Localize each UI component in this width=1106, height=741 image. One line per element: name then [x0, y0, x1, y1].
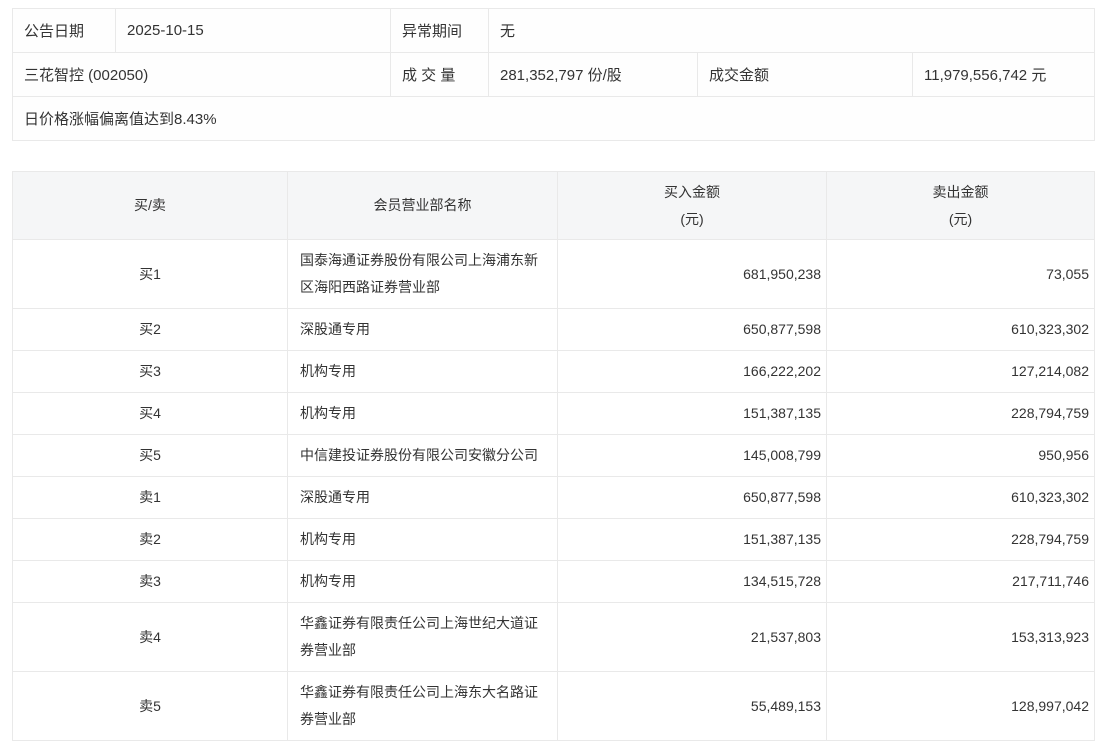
broker-cell: 华鑫证券有限责任公司上海世纪大道证券营业部 [288, 603, 558, 672]
sell-amount-cell: 228,794,759 [827, 393, 1095, 435]
table-row: 买2 深股通专用 650,877,598 610,323,302 [13, 309, 1095, 351]
sell-amount-cell: 610,323,302 [827, 477, 1095, 519]
table-row: 买1 国泰海通证券股份有限公司上海浦东新区海阳西路证券营业部 681,950,2… [13, 240, 1095, 309]
announce-date-label: 公告日期 [13, 9, 116, 53]
table-row: 卖5 华鑫证券有限责任公司上海东大名路证券营业部 55,489,153 128,… [13, 672, 1095, 741]
turnover-value: 11,979,556,742 元 [913, 53, 1095, 97]
rank-cell: 买5 [13, 435, 288, 477]
rank-cell: 卖2 [13, 519, 288, 561]
col-header-buy: 买入金额 (元) [558, 172, 827, 240]
abnormal-period-value: 无 [489, 9, 1095, 53]
buy-amount-cell: 650,877,598 [558, 309, 827, 351]
buy-amount-cell: 681,950,238 [558, 240, 827, 309]
summary-table: 公告日期 2025-10-15 异常期间 无 三花智控 (002050) 成 交… [12, 8, 1095, 141]
sell-amount-cell: 228,794,759 [827, 519, 1095, 561]
rank-cell: 卖3 [13, 561, 288, 603]
rank-cell: 卖5 [13, 672, 288, 741]
lhb-page: 公告日期 2025-10-15 异常期间 无 三花智控 (002050) 成 交… [0, 0, 1106, 738]
buy-amount-cell: 21,537,803 [558, 603, 827, 672]
table-row: 卖4 华鑫证券有限责任公司上海世纪大道证券营业部 21,537,803 153,… [13, 603, 1095, 672]
summary-row-2: 三花智控 (002050) 成 交 量 281,352,797 份/股 成交金额… [13, 53, 1095, 97]
table-row: 卖2 机构专用 151,387,135 228,794,759 [13, 519, 1095, 561]
summary-row-1: 公告日期 2025-10-15 异常期间 无 [13, 9, 1095, 53]
abnormal-period-label: 异常期间 [391, 9, 489, 53]
table-row: 买4 机构专用 151,387,135 228,794,759 [13, 393, 1095, 435]
buy-amount-cell: 166,222,202 [558, 351, 827, 393]
volume-value: 281,352,797 份/股 [489, 53, 698, 97]
broker-cell: 国泰海通证券股份有限公司上海浦东新区海阳西路证券营业部 [288, 240, 558, 309]
buy-amount-cell: 151,387,135 [558, 519, 827, 561]
buy-amount-cell: 55,489,153 [558, 672, 827, 741]
col-header-buy-label: 买入金额 [558, 179, 826, 206]
buy-amount-cell: 145,008,799 [558, 435, 827, 477]
col-header-sell: 卖出金额 (元) [827, 172, 1095, 240]
deviation-note: 日价格涨幅偏离值达到8.43% [13, 97, 1095, 141]
broker-cell: 华鑫证券有限责任公司上海东大名路证券营业部 [288, 672, 558, 741]
sell-amount-cell: 217,711,746 [827, 561, 1095, 603]
turnover-label: 成交金额 [698, 53, 913, 97]
broker-cell: 机构专用 [288, 561, 558, 603]
buy-amount-cell: 134,515,728 [558, 561, 827, 603]
buy-amount-cell: 650,877,598 [558, 477, 827, 519]
broker-cell: 机构专用 [288, 351, 558, 393]
col-header-sell-label: 卖出金额 [827, 179, 1094, 206]
table-row: 卖3 机构专用 134,515,728 217,711,746 [13, 561, 1095, 603]
summary-row-3: 日价格涨幅偏离值达到8.43% [13, 97, 1095, 141]
buy-amount-cell: 151,387,135 [558, 393, 827, 435]
sell-amount-cell: 153,313,923 [827, 603, 1095, 672]
broker-cell: 机构专用 [288, 393, 558, 435]
col-header-broker-label: 会员营业部名称 [288, 192, 557, 219]
sell-amount-cell: 610,323,302 [827, 309, 1095, 351]
table-row: 卖1 深股通专用 650,877,598 610,323,302 [13, 477, 1095, 519]
volume-label: 成 交 量 [391, 53, 489, 97]
table-row: 买3 机构专用 166,222,202 127,214,082 [13, 351, 1095, 393]
rank-cell: 卖1 [13, 477, 288, 519]
col-header-sell-unit: (元) [827, 206, 1094, 233]
col-header-side: 买/卖 [13, 172, 288, 240]
broker-cell: 深股通专用 [288, 477, 558, 519]
table-header-row: 买/卖 会员营业部名称 买入金额 (元) 卖出金额 (元) [13, 172, 1095, 240]
stock-name: 三花智控 (002050) [13, 53, 391, 97]
rank-cell: 卖4 [13, 603, 288, 672]
col-header-side-label: 买/卖 [13, 192, 287, 219]
col-header-buy-unit: (元) [558, 206, 826, 233]
broker-cell: 机构专用 [288, 519, 558, 561]
sell-amount-cell: 128,997,042 [827, 672, 1095, 741]
sell-amount-cell: 73,055 [827, 240, 1095, 309]
announce-date-value: 2025-10-15 [116, 9, 391, 53]
col-header-broker: 会员营业部名称 [288, 172, 558, 240]
table-body: 买1 国泰海通证券股份有限公司上海浦东新区海阳西路证券营业部 681,950,2… [13, 240, 1095, 741]
sell-amount-cell: 950,956 [827, 435, 1095, 477]
rank-cell: 买1 [13, 240, 288, 309]
rank-cell: 买2 [13, 309, 288, 351]
rank-cell: 买4 [13, 393, 288, 435]
sell-amount-cell: 127,214,082 [827, 351, 1095, 393]
rank-cell: 买3 [13, 351, 288, 393]
table-row: 买5 中信建投证券股份有限公司安徽分公司 145,008,799 950,956 [13, 435, 1095, 477]
broker-cell: 中信建投证券股份有限公司安徽分公司 [288, 435, 558, 477]
broker-cell: 深股通专用 [288, 309, 558, 351]
broker-table: 买/卖 会员营业部名称 买入金额 (元) 卖出金额 (元) 买1 国泰海通证券股… [12, 171, 1095, 741]
